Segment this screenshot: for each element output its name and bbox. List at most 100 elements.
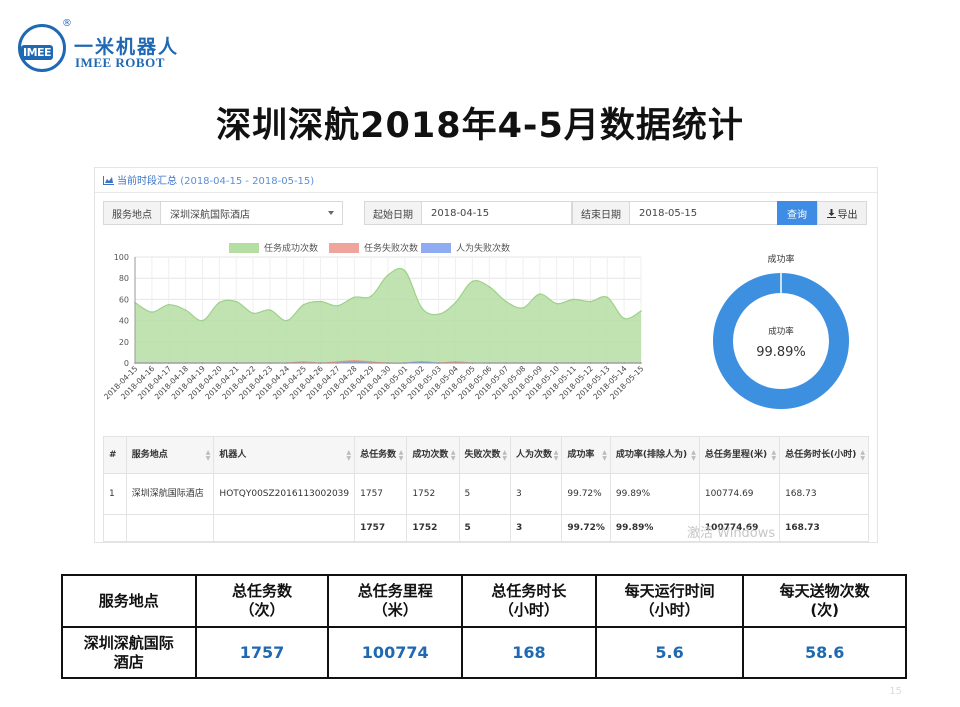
table-cell: 100774.69 (698, 473, 781, 515)
column-header[interactable]: 成功率 ▲ ▼ (561, 436, 611, 474)
summary-value-cell: 58.6 (742, 626, 907, 679)
summary-header-cell: 总任务时长 （小时） (461, 574, 597, 628)
data-point (555, 302, 558, 305)
query-button[interactable]: 查询 (777, 201, 817, 225)
donut-slice (713, 273, 849, 409)
data-point (471, 280, 474, 283)
data-point (488, 285, 491, 288)
start-date-field[interactable]: 起始日期 2018-04-15 (364, 201, 572, 225)
data-point (454, 301, 457, 304)
start-date-value[interactable]: 2018-04-15 (422, 208, 571, 219)
success-rate-donut-chart: 成功率成功率99.89% (713, 253, 849, 409)
column-header[interactable]: 总任务时长(小时) ▲ ▼ (779, 436, 869, 474)
page-number: 15 (889, 686, 902, 697)
data-point (589, 300, 592, 303)
data-point (404, 269, 406, 272)
y-tick-label: 40 (119, 317, 129, 326)
total-cell (125, 514, 215, 542)
panel-heading-range: (2018-04-15 - 2018-05-15) (180, 176, 315, 187)
summary-value-cell: 5.6 (594, 626, 745, 679)
column-header-label: 总任务时长(小时) (785, 449, 857, 460)
site-label: 服务地点 (104, 202, 161, 224)
series-area-0 (135, 268, 641, 363)
logo-mark: IMEE (21, 45, 54, 60)
end-date-value[interactable]: 2018-05-15 (630, 208, 777, 219)
download-icon (826, 208, 836, 218)
data-point (505, 300, 507, 303)
column-header-label: 成功率 (567, 449, 595, 460)
data-point (151, 311, 153, 313)
summary-value-cell: 168 (461, 626, 597, 679)
data-point (302, 303, 305, 306)
site-select[interactable]: 服务地点 深圳深航国际酒店 (103, 201, 343, 225)
sort-icon[interactable]: ▲ ▼ (451, 450, 456, 462)
column-header[interactable]: 成功率(排除人为) ▲ ▼ (609, 436, 700, 474)
table-row[interactable]: 1 深圳深航国际酒店 HOTQY00SZ2016113002039 1757 1752 5… (103, 473, 869, 515)
donut-center-value: 99.89% (756, 345, 806, 360)
logo-registered-icon: ® (62, 18, 72, 29)
export-label: 导出 (837, 209, 858, 221)
daily-tasks-area-chart: 0204060801002018-04-152018-04-162018-04-… (102, 253, 645, 401)
table-cell: 深圳深航国际酒店 (125, 473, 215, 515)
end-date-field[interactable]: 结束日期 2018-05-15 (572, 201, 778, 225)
data-point (539, 293, 541, 295)
column-header-label: 失败次数 (464, 449, 501, 460)
summary-header-cell: 总任务数 （次） (194, 574, 330, 628)
sort-icon[interactable]: ▲ ▼ (206, 450, 211, 462)
sort-icon[interactable]: ▲ ▼ (860, 450, 865, 462)
end-date-label: 结束日期 (573, 202, 630, 224)
data-point (437, 313, 440, 316)
total-cell (103, 514, 127, 542)
column-header-label: 人为次数 (515, 449, 552, 460)
summary-header-cell: 总任务里程 （米） (327, 574, 464, 628)
summary-value-cell: 100774 (327, 626, 464, 679)
table-cell: 1752 (406, 473, 460, 515)
area-chart-icon (103, 176, 114, 185)
total-cell (213, 514, 356, 542)
sort-icon[interactable]: ▲ ▼ (347, 450, 352, 462)
sort-icon[interactable]: ▲ ▼ (399, 450, 404, 462)
summary-value-cell: 1757 (194, 626, 330, 679)
data-point (606, 296, 609, 299)
site-value: 深圳深航国际酒店 (170, 209, 250, 221)
summary-header-cell: 服务地点 (61, 574, 197, 628)
column-header[interactable]: 总任务里程(米) ▲ ▼ (698, 436, 781, 474)
column-header[interactable]: 服务地点 ▲ ▼ (125, 436, 215, 474)
dashboard-panel: 当前时段汇总 (2018-04-15 - 2018-05-15) 服务地点 深圳… (94, 167, 878, 543)
panel-heading-text: 当前时段汇总 (117, 176, 177, 187)
slide-title: 深圳深航2018年4-5月数据统计 (216, 106, 744, 146)
column-header[interactable]: 人为次数 ▲ ▼ (509, 436, 563, 474)
summary-header-cell: 每天送物次数 (次) (742, 574, 907, 628)
sort-icon[interactable]: ▲ ▼ (771, 450, 776, 462)
data-point (252, 312, 254, 314)
column-header-label: 总任务数 (360, 449, 397, 460)
column-header-label: 机器人 (219, 449, 247, 460)
column-header[interactable]: 机器人 ▲ ▼ (213, 436, 356, 474)
windows-watermark: 激活 Windows (687, 526, 776, 541)
table-cell: 1757 (354, 473, 408, 515)
sort-icon[interactable]: ▲ ▼ (502, 450, 507, 462)
column-header[interactable]: 失败次数 ▲ ▼ (458, 436, 511, 474)
export-button[interactable]: 导出 (817, 201, 867, 225)
y-tick-label: 20 (119, 338, 129, 347)
column-header-label: 总任务里程(米) (704, 449, 768, 460)
table-cell: 3 (509, 473, 563, 515)
table-cell: 168.73 (779, 473, 869, 515)
data-point (286, 319, 288, 322)
sort-icon[interactable]: ▲ ▼ (554, 450, 559, 462)
sort-icon[interactable]: ▲ ▼ (691, 450, 696, 462)
table-cell: 5 (458, 473, 511, 515)
column-header[interactable]: 成功次数 ▲ ▼ (406, 436, 460, 474)
data-point (522, 307, 524, 309)
sort-icon[interactable]: ▲ ▼ (602, 450, 607, 462)
panel-heading: 当前时段汇总 (2018-04-15 - 2018-05-15) (103, 172, 314, 187)
y-tick-label: 60 (119, 295, 129, 304)
panel-divider (95, 192, 877, 193)
table-cell: 1 (103, 473, 127, 515)
data-point (319, 300, 322, 303)
chevron-down-icon (328, 211, 334, 215)
total-cell: 99.89% (609, 514, 700, 542)
data-point (370, 295, 372, 298)
y-tick-label: 100 (114, 253, 129, 262)
column-header[interactable]: 总任务数 ▲ ▼ (354, 436, 408, 474)
